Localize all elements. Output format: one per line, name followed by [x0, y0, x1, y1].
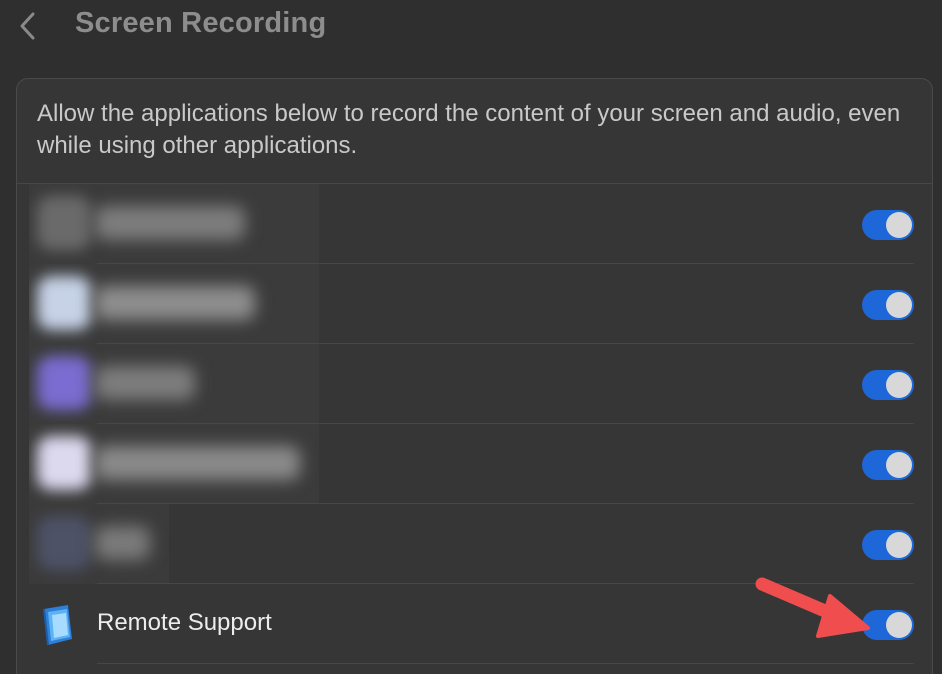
redacted-app-info — [29, 504, 169, 584]
annotation-arrow-icon — [755, 577, 870, 638]
header: Screen Recording — [0, 0, 942, 56]
app-permission-toggle[interactable] — [862, 370, 914, 400]
redacted-app-info — [29, 344, 319, 424]
redacted-app-icon — [37, 516, 91, 570]
app-permission-toggle[interactable] — [862, 290, 914, 320]
app-row — [17, 344, 932, 424]
app-permission-toggle[interactable] — [862, 450, 914, 480]
app-permission-toggle[interactable] — [862, 530, 914, 560]
redacted-app-name — [95, 366, 195, 400]
page-title: Screen Recording — [75, 7, 327, 39]
toggle-knob — [886, 612, 912, 638]
back-button[interactable] — [12, 8, 44, 44]
app-row — [17, 264, 932, 344]
remote-support-app-icon — [43, 605, 72, 646]
panel-description: Allow the applications below to record t… — [37, 100, 901, 159]
redacted-app-name — [95, 206, 245, 240]
redacted-app-info — [29, 424, 319, 504]
toggle-knob — [886, 532, 912, 558]
redacted-app-icon — [37, 196, 91, 250]
row-divider — [97, 663, 914, 664]
redacted-app-name — [95, 526, 150, 560]
app-row — [17, 424, 932, 504]
toggle-knob — [886, 372, 912, 398]
screen-recording-settings-page: Screen Recording Allow the applications … — [0, 0, 942, 674]
app-row — [17, 184, 932, 264]
app-permission-toggle[interactable] — [862, 210, 914, 240]
app-name: Remote Support — [97, 609, 272, 636]
redacted-app-icon — [37, 436, 91, 490]
redacted-app-icon — [37, 276, 91, 330]
toggle-knob — [886, 212, 912, 238]
redacted-app-name — [95, 286, 255, 320]
toggle-knob — [886, 452, 912, 478]
redacted-app-name — [95, 446, 300, 480]
redacted-app-info — [29, 184, 319, 264]
chevron-left-icon — [20, 12, 35, 40]
redacted-app-icon — [37, 356, 91, 410]
toggle-knob — [886, 292, 912, 318]
redacted-app-info — [29, 264, 319, 344]
